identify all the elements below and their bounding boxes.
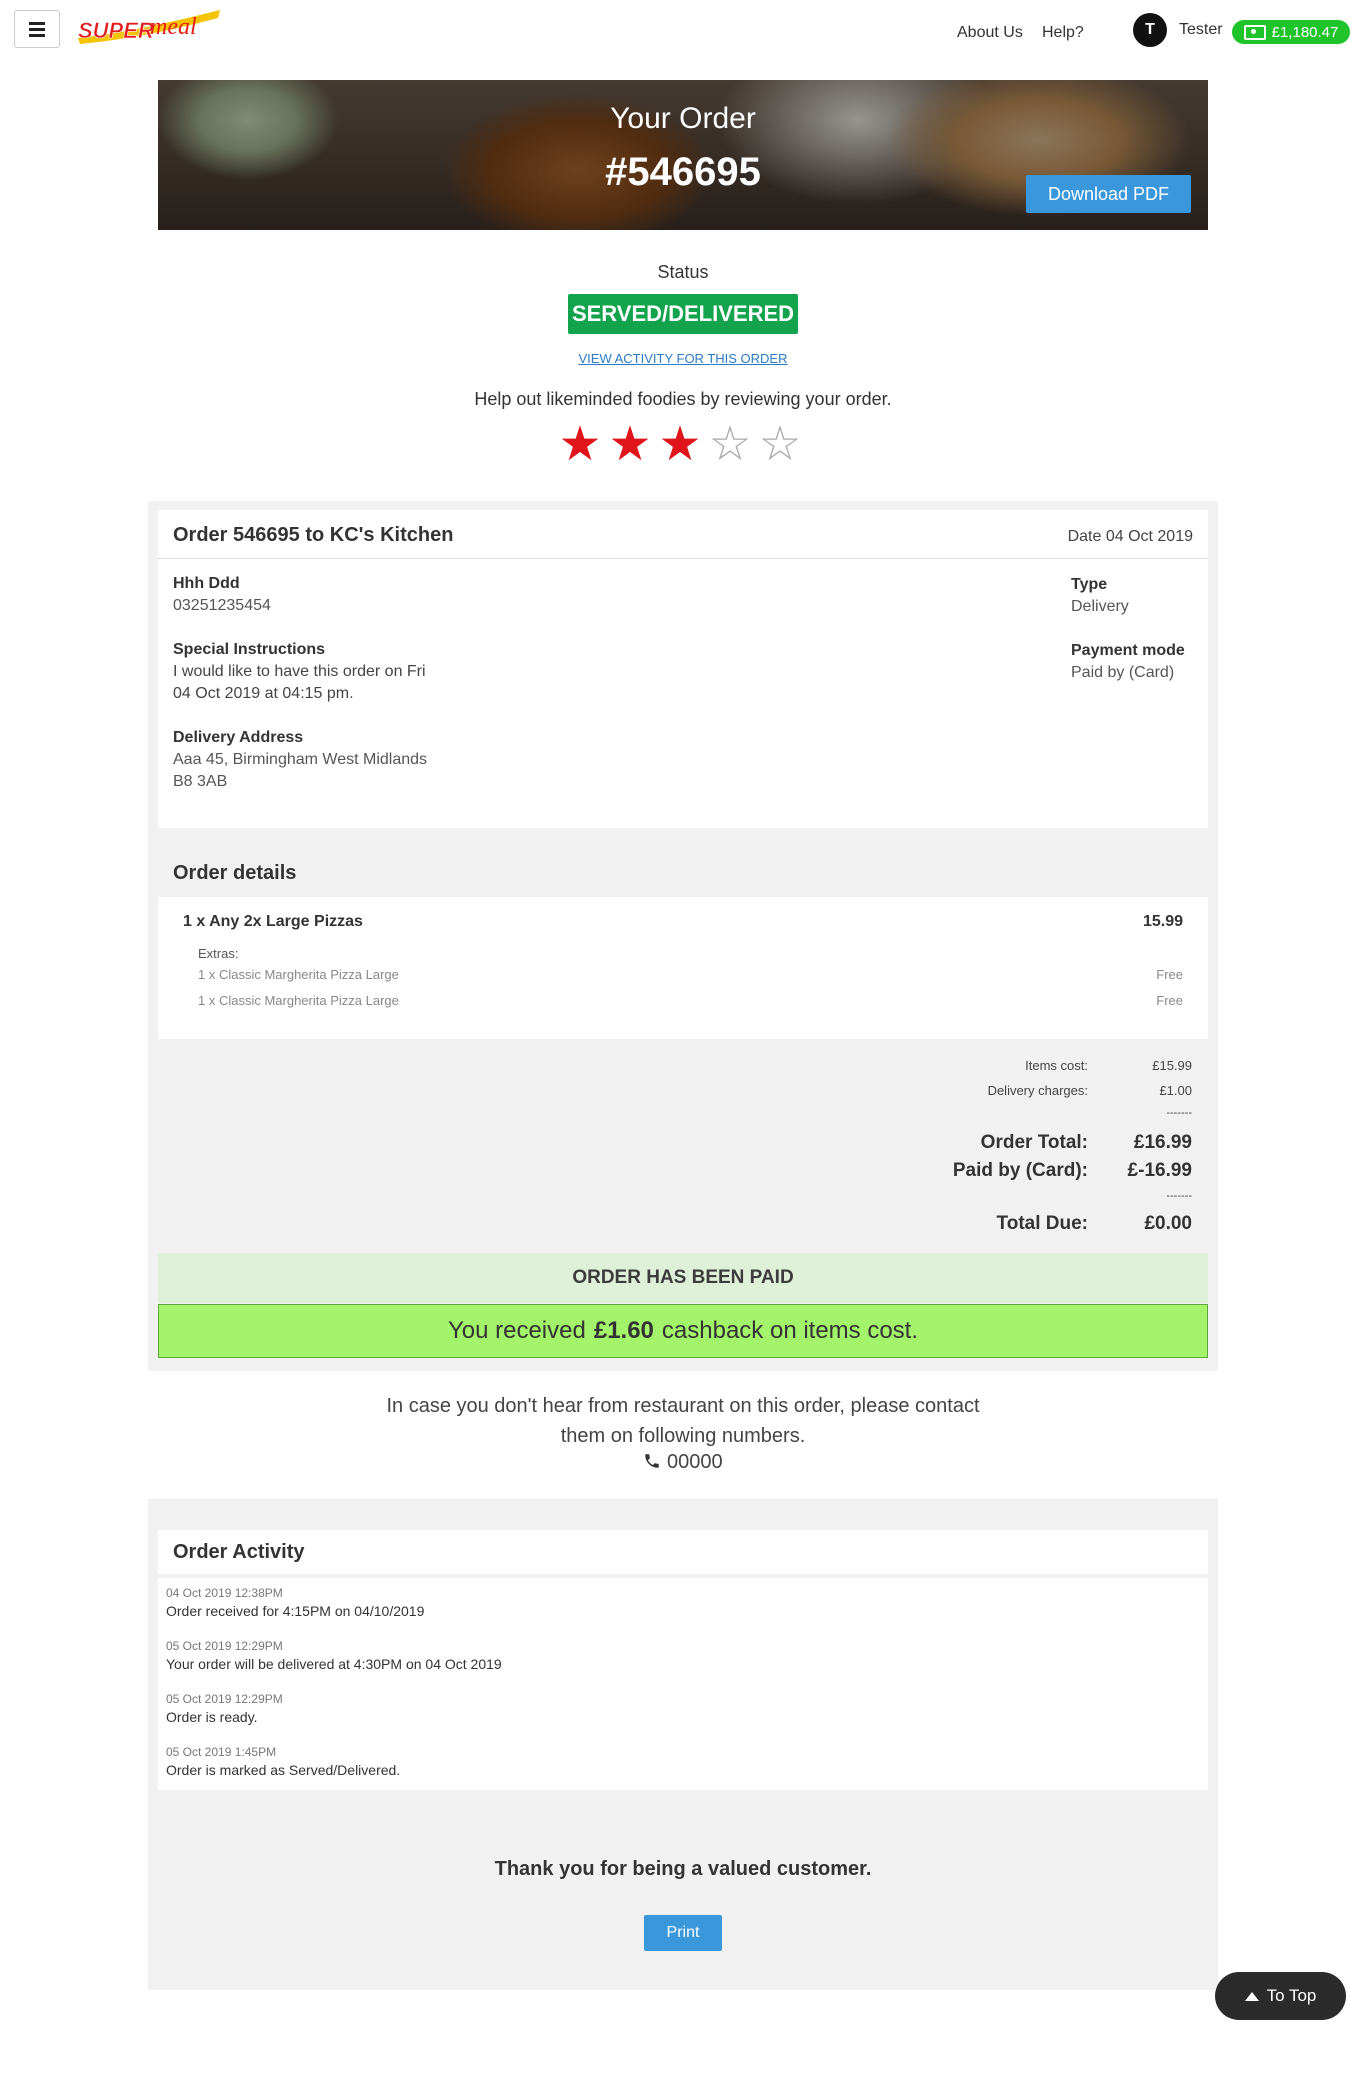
view-activity-link-text[interactable]: VIEW ACTIVITY FOR THIS ORDER [579,351,788,366]
item-name: 1 x Any 2x Large Pizzas [183,913,363,930]
order-paid-banner: ORDER HAS BEEN PAID [158,1253,1208,1303]
customer-phone: 03251235454 [173,597,271,614]
delivery-charges-label: Delivery charges: [987,1083,1088,1098]
user-name[interactable]: Tester [1179,21,1223,39]
menu-icon [29,27,45,31]
divider [158,558,1208,559]
items-cost-value: £15.99 [1152,1058,1192,1073]
item-price: 15.99 [1142,913,1183,930]
status-badge: SERVED/DELIVERED [568,294,798,334]
cashback-amount: £1.60 [593,1317,654,1344]
wallet-balance-badge[interactable]: £1,180.47 [1232,20,1350,44]
star-empty-icon[interactable]: ☆ [705,420,755,470]
cash-icon [1243,24,1266,40]
order-total-value: £16.99 [1133,1132,1192,1153]
view-activity-link: VIEW ACTIVITY FOR THIS ORDER [0,351,1366,366]
order-title: Order 546695 to KC's Kitchen [173,524,454,546]
activity-title: Order Activity [173,1541,305,1563]
customer-name: Hhh Ddd [173,575,240,592]
nav-help[interactable]: Help? [1042,24,1084,42]
payment-mode-value: Paid by (Card) [1071,664,1175,681]
summary-divider: ------- [1166,1107,1192,1119]
activity-text: Order received for 4:15PM on 04/10/2019 [166,1603,425,1619]
phone-icon [645,1454,660,1468]
print-button[interactable]: Print [644,1915,722,1951]
activity-header: Order Activity [158,1530,1208,1574]
order-type-value: Delivery [1071,598,1129,615]
order-details-title: Order details [173,862,297,884]
nav-about-us[interactable]: About Us [957,24,1023,42]
supermeal-logo[interactable]: SUPER meal [74,4,224,52]
order-items-panel: 1 x Any 2x Large Pizzas 15.99 Extras: 1 … [158,897,1208,1039]
extra-item-price: Free [1156,967,1183,982]
cashback-text-pre: You received [447,1317,586,1344]
thank-you-message: Thank you for being a valued customer. [494,1858,872,1880]
svg-text:SUPER: SUPER [78,18,154,43]
top-navbar: SUPER meal About Us Help? T Tester £1,18… [0,0,1366,64]
total-due-label: Total Due: [996,1213,1088,1234]
order-info-panel: Order 546695 to KC's Kitchen Date 04 Oct… [158,510,1208,828]
hamburger-menu-button[interactable] [14,10,60,48]
order-date: Date 04 Oct 2019 [1067,528,1193,545]
restaurant-phone: 00000 [0,1451,1366,1474]
to-top-label: To Top [1266,1986,1317,2005]
activity-date: 05 Oct 2019 1:45PM [166,1745,277,1759]
payment-mode-label: Payment mode [1071,642,1185,659]
activity-date: 04 Oct 2019 12:38PM [166,1586,283,1600]
wallet-balance: £1,180.47 [1271,23,1339,41]
order-type-label: Type [1071,576,1108,593]
extra-item-name: 1 x Classic Margherita Pizza Large [198,993,399,1008]
activity-text: Order is marked as Served/Delivered. [166,1762,401,1778]
extra-item-price: Free [1156,993,1183,1008]
hero-title: Your Order [610,102,756,135]
cashback-text-post: cashback on items cost. [661,1317,919,1344]
cashback-banner: You received £1.60 cashback on items cos… [158,1304,1208,1358]
activity-text: Your order will be delivered at 4:30PM o… [166,1656,502,1672]
items-cost-label: Items cost: [1025,1058,1088,1073]
download-pdf-button[interactable]: Download PDF [1026,175,1191,213]
extra-item-name: 1 x Classic Margherita Pizza Large [198,967,399,982]
status-label: Status [657,262,709,282]
delivery-address-line2: B8 3AB [173,773,228,790]
special-instructions-label: Special Instructions [173,641,326,658]
star-empty-icon[interactable]: ☆ [755,420,805,470]
activity-date: 05 Oct 2019 12:29PM [166,1639,283,1653]
activity-text: Order is ready. [166,1709,258,1725]
phone-number[interactable]: 00000 [667,1451,723,1473]
contact-line1: In case you don't hear from restaurant o… [386,1395,980,1417]
activity-date: 05 Oct 2019 12:29PM [166,1692,283,1706]
extras-label: Extras: [198,946,239,961]
delivery-address-line1: Aaa 45, Birmingham West Midlands [173,751,428,768]
review-prompt: Help out likeminded foodies by reviewing… [474,389,892,409]
special-instructions-line2: 04 Oct 2019 at 04:15 pm. [173,685,354,702]
svg-text:meal: meal [150,14,197,40]
order-hero-banner: Your Order #546695 Download PDF [158,80,1208,230]
to-top-button[interactable]: To Top [1215,1972,1346,2020]
total-due-value: £0.00 [1144,1213,1192,1234]
chevron-up-icon [1244,1991,1259,2001]
paid-by-card-value: £-16.99 [1127,1160,1192,1181]
delivery-charges-value: £1.00 [1159,1083,1192,1098]
order-total-label: Order Total: [980,1132,1088,1153]
contact-line2: them on following numbers. [560,1425,806,1447]
star-filled-icon[interactable]: ★ [605,420,655,470]
delivery-address-label: Delivery Address [173,729,304,746]
star-filled-icon[interactable]: ★ [655,420,705,470]
contact-note: In case you don't hear from restaurant o… [0,1391,1366,1451]
special-instructions-line1: I would like to have this order on Fri [173,663,426,680]
avatar[interactable]: T [1133,13,1167,47]
paid-by-card-label: Paid by (Card): [952,1160,1088,1181]
rating-stars[interactable]: ★ ★ ★ ☆ ☆ [555,420,815,470]
summary-divider: ------- [1166,1190,1192,1202]
activity-list: 04 Oct 2019 12:38PM Order received for 4… [158,1578,1208,1790]
star-filled-icon[interactable]: ★ [555,420,605,470]
